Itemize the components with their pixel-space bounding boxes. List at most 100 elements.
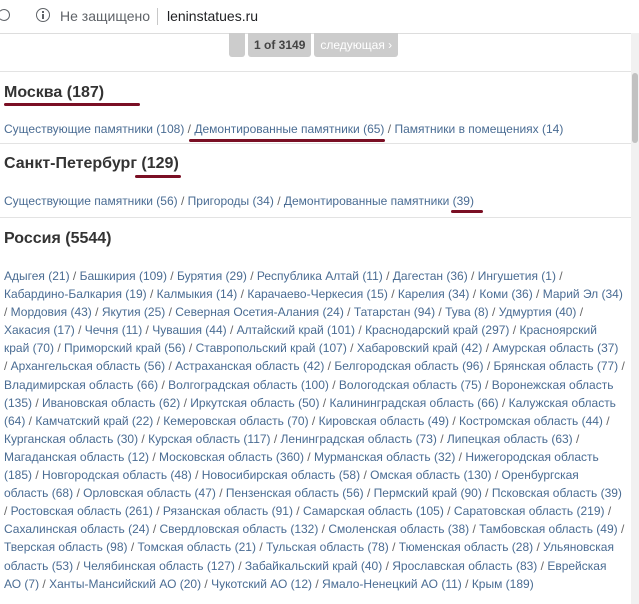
region-link[interactable]: Камчатский край (22)	[35, 414, 153, 428]
region-link[interactable]: Саратовская область (219)	[454, 504, 605, 518]
region-link[interactable]: Смоленская область (38)	[328, 522, 469, 536]
region-link[interactable]: Омская область (130)	[370, 468, 491, 482]
region-link[interactable]: Новосибирская область (58)	[202, 468, 360, 482]
region-link[interactable]: Вологодская область (75)	[339, 378, 482, 392]
section-title-spb[interactable]: Санкт-Петербург (129)	[4, 155, 179, 173]
scrollbar-thumb[interactable]	[632, 73, 638, 143]
region-link[interactable]: Пензенская область (56)	[226, 486, 364, 500]
region-link[interactable]: Мордовия (43)	[11, 305, 92, 319]
region-link[interactable]: Дагестан (36)	[393, 269, 468, 283]
region-link[interactable]: Белгородская область (96)	[334, 359, 483, 373]
region-link[interactable]: Липецкая область (63)	[447, 432, 573, 446]
region-link[interactable]: Иркутская область (50)	[190, 396, 319, 410]
region-link[interactable]: Кемеровская область (70)	[163, 414, 308, 428]
region-link[interactable]: Ивановская область (62)	[42, 396, 180, 410]
region-link[interactable]: Адыгея (21)	[4, 269, 70, 283]
region-link[interactable]: Пермский край (90)	[374, 486, 482, 500]
annotation-underline	[4, 103, 140, 106]
region-link[interactable]: Челябинская область (127)	[83, 559, 235, 573]
region-link[interactable]: Калмыкия (14)	[157, 287, 238, 301]
region-link[interactable]: Якутия (25)	[102, 305, 165, 319]
link-moscow-existing[interactable]: Существующие памятники (108)	[4, 122, 184, 136]
region-link[interactable]: Забайкальский край (40)	[245, 559, 382, 573]
region-link[interactable]: Крым (189)	[472, 577, 534, 591]
region-link[interactable]: Свердловская область (132)	[160, 522, 319, 536]
link-spb-suburbs[interactable]: Пригороды (34)	[188, 194, 274, 208]
link-spb-existing[interactable]: Существующие памятники (56)	[4, 194, 178, 208]
pager-prev-button[interactable]	[229, 33, 245, 57]
region-link[interactable]: Волгоградская область (100)	[168, 378, 329, 392]
region-link[interactable]: Астраханская область (42)	[175, 359, 324, 373]
region-link[interactable]: Тверская область (98)	[4, 540, 128, 554]
region-link[interactable]: Приморский край (56)	[64, 341, 186, 355]
link-separator: /	[234, 558, 245, 573]
region-link[interactable]: Брянская область (77)	[494, 359, 619, 373]
link-separator: /	[461, 576, 472, 591]
link-moscow-indoor[interactable]: Памятники в помещениях (14)	[394, 122, 563, 136]
region-link[interactable]: Сахалинская область (24)	[4, 522, 149, 536]
region-link[interactable]: Самарская область (105)	[303, 504, 444, 518]
region-link[interactable]: Курганская область (30)	[4, 432, 138, 446]
section-title-russia[interactable]: Россия (5544)	[4, 230, 112, 248]
region-link[interactable]: Тува (8)	[445, 305, 489, 319]
info-icon[interactable]	[36, 8, 50, 22]
region-link[interactable]: Архангельская область (56)	[11, 359, 165, 373]
link-separator: /	[328, 377, 339, 392]
region-link[interactable]: Орловская область (47)	[83, 486, 216, 500]
region-link[interactable]: Томская область (21)	[138, 540, 256, 554]
link-separator: /	[25, 413, 36, 428]
link-separator: /	[158, 377, 169, 392]
region-link[interactable]: Амурская область (37)	[492, 341, 618, 355]
region-link[interactable]: Псковская область (39)	[492, 486, 622, 500]
region-link[interactable]: Калининградская область (66)	[329, 396, 498, 410]
region-link[interactable]: Бурятия (29)	[177, 269, 247, 283]
region-link[interactable]: Республика Алтай (11)	[257, 269, 383, 283]
region-link[interactable]: Северная Осетия-Алания (24)	[175, 305, 344, 319]
page-scrollbar[interactable]	[631, 33, 639, 604]
region-link[interactable]: Кировская область (49)	[319, 414, 449, 428]
region-link[interactable]: Хабаровский край (42)	[357, 341, 483, 355]
region-link[interactable]: Тюменская область (28)	[399, 540, 533, 554]
region-link[interactable]: Ярославская область (83)	[392, 559, 537, 573]
region-link[interactable]: Кабардино-Балкария (19)	[4, 287, 147, 301]
region-link[interactable]: Чечня (11)	[85, 323, 142, 337]
region-link[interactable]: Хакасия (17)	[4, 323, 75, 337]
region-link[interactable]: Новгородская область (48)	[42, 468, 192, 482]
link-separator: /	[270, 431, 281, 446]
region-link[interactable]: Алтайский край (101)	[237, 323, 355, 337]
link-moscow-dismantled[interactable]: Демонтированные памятники (65)	[194, 122, 384, 136]
region-link[interactable]: Мурманская область (32)	[314, 450, 455, 464]
region-link[interactable]: Татарстан (94)	[354, 305, 435, 319]
region-link[interactable]: Курская область (117)	[148, 432, 270, 446]
region-link[interactable]: Владимирская область (66)	[4, 378, 158, 392]
region-link[interactable]: Чувашия (44)	[152, 323, 226, 337]
region-link[interactable]: Карачаево-Черкесия (15)	[247, 287, 388, 301]
region-link[interactable]: Ставропольский край (107)	[196, 341, 347, 355]
region-link[interactable]: Рязанская область (91)	[163, 504, 293, 518]
region-link[interactable]: Чукотский АО (12)	[211, 577, 312, 591]
link-separator: /	[73, 558, 84, 573]
security-status-label[interactable]: Не защищено	[60, 8, 150, 24]
pager-next-button[interactable]: следующая ›	[314, 33, 399, 57]
region-link[interactable]: Башкирия (109)	[80, 269, 167, 283]
region-link[interactable]: Краснодарский край (297)	[365, 323, 509, 337]
region-link[interactable]: Карелия (34)	[398, 287, 470, 301]
url-field[interactable]: leninstatues.ru	[167, 8, 258, 24]
region-link[interactable]: Ленинградская область (73)	[281, 432, 437, 446]
region-link[interactable]: Тамбовская область (49)	[479, 522, 618, 536]
region-link[interactable]: Ямало-Ненецкий АО (11)	[322, 577, 462, 591]
reload-icon[interactable]	[0, 9, 10, 21]
link-spb-dismantled[interactable]: Демонтированные памятники (39)	[284, 194, 474, 208]
region-link[interactable]: Ингушетия (1)	[478, 269, 556, 283]
region-link[interactable]: Магаданская область (12)	[4, 450, 149, 464]
region-link[interactable]: Ростовская область (261)	[11, 504, 153, 518]
annotation-underline	[189, 139, 385, 142]
region-link[interactable]: Московская область (360)	[159, 450, 304, 464]
region-link[interactable]: Коми (36)	[479, 287, 532, 301]
region-link[interactable]: Удмуртия (40)	[499, 305, 577, 319]
region-link[interactable]: Марий Эл (34)	[543, 287, 623, 301]
region-link[interactable]: Костромская область (44)	[459, 414, 603, 428]
region-link[interactable]: Ханты-Мансийский АО (20)	[49, 577, 201, 591]
region-link[interactable]: Тульская область (78)	[266, 540, 389, 554]
section-title-moscow[interactable]: Москва (187)	[4, 84, 104, 102]
